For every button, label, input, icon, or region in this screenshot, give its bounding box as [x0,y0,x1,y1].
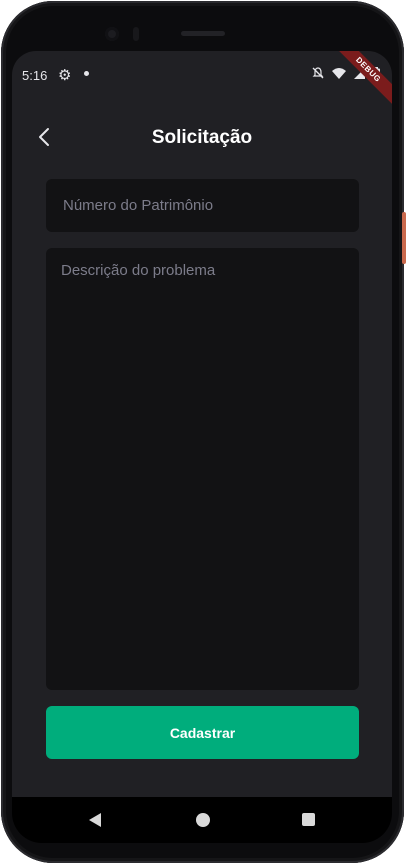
status-bar: 5:16 ⚙ [12,65,392,85]
mute-icon [312,67,324,79]
earpiece-speaker [181,31,225,36]
recents-square-icon[interactable] [302,813,315,826]
notification-dot-icon [84,71,89,76]
app-header: Solicitação [12,121,392,155]
home-circle-icon[interactable] [196,813,210,827]
patrimonio-field[interactable] [46,179,359,232]
front-camera [105,27,119,41]
power-button [402,212,406,264]
back-triangle-icon[interactable] [88,812,102,828]
descricao-textarea[interactable] [61,262,344,690]
patrimonio-input[interactable] [61,196,344,215]
page-title: Solicitação [151,127,253,148]
status-time: 5:16 [22,68,48,83]
proximity-sensor [133,27,139,41]
app-screen: 5:16 ⚙ DEBUG Solicitação Número do Patri… [12,51,392,797]
descricao-field[interactable] [46,248,359,690]
gear-icon: ⚙ [58,67,72,84]
system-nav-bar [12,797,392,843]
wifi-icon [332,67,346,79]
cadastrar-button[interactable]: Cadastrar [46,706,359,759]
